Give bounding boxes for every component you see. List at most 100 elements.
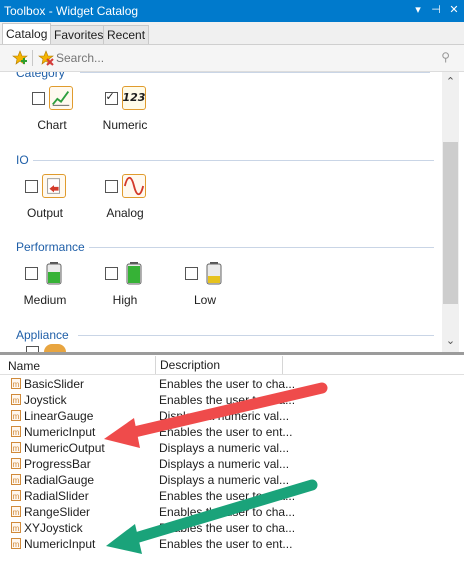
item-label: Numeric [102, 118, 148, 132]
group-header-category: Category [16, 72, 69, 80]
catalog-item-high[interactable]: High [90, 259, 160, 307]
window-title: Toolbox - Widget Catalog [4, 4, 139, 18]
group-header-io: IO [16, 153, 33, 167]
title-bar: Toolbox - Widget Catalog ▾ ⊣ ✕ [0, 0, 464, 22]
battery-low-icon [206, 262, 221, 285]
widget-name: LinearGauge [24, 409, 94, 423]
table-row[interactable]: m ProgressBar Displays a numeric val... [0, 456, 464, 472]
table-row[interactable]: m RadialSlider Enables the user to cha... [0, 488, 464, 504]
pin-icon[interactable]: ⊣ [430, 3, 442, 16]
widget-name: ProgressBar [24, 457, 91, 471]
widget-list-rows: m BasicSlider Enables the user to cha... m J… [0, 376, 464, 552]
close-icon[interactable]: ✕ [448, 3, 460, 16]
table-row[interactable]: m BasicSlider Enables the user to cha... [0, 376, 464, 392]
catalog-item-numeric[interactable]: 123 Numeric [90, 84, 160, 132]
widget-description: Enables the user to cha... [159, 489, 296, 503]
widget-name: RadialGauge [24, 473, 95, 487]
table-row[interactable]: m RadialGauge Displays a numeric val... [0, 472, 464, 488]
panel-splitter[interactable] [0, 352, 464, 355]
widget-description: Enables the user to cha... [159, 505, 296, 519]
toolbar: ⚲ [0, 45, 464, 72]
medium-checkbox[interactable] [24, 266, 38, 280]
widget-catalog-panel: Category Chart 123 Numeric IO Output [0, 72, 442, 352]
group-divider [80, 72, 430, 73]
column-divider [282, 356, 283, 374]
group-divider [88, 247, 434, 248]
widget-name: NumericInput [24, 425, 96, 439]
star-remove-icon[interactable] [38, 50, 54, 66]
group-header-appliance: Appliance [16, 328, 73, 342]
numeric-icon: 123 [121, 86, 146, 110]
widget-module-icon: m [11, 410, 21, 421]
tab-catalog[interactable]: Catalog [2, 23, 52, 44]
output-icon [41, 174, 66, 198]
catalog-item-low[interactable]: Low [170, 259, 240, 307]
table-row[interactable]: m XYJoystick Enables the user to cha... [0, 520, 464, 536]
group-header-performance: Performance [16, 240, 89, 254]
table-row[interactable]: m NumericOutput Displays a numeric val... [0, 440, 464, 456]
widget-module-icon: m [11, 426, 21, 437]
widget-name: XYJoystick [24, 521, 83, 535]
widget-name: RangeSlider [24, 505, 91, 519]
item-label: Chart [37, 118, 67, 132]
widget-description: Displays a numeric val... [159, 473, 290, 487]
widget-description: Displays a numeric val... [159, 457, 290, 471]
battery-medium-icon [46, 262, 61, 285]
battery-high-icon [126, 262, 141, 285]
scroll-thumb[interactable] [443, 142, 458, 304]
widget-module-icon: m [11, 474, 21, 485]
item-label: High [112, 293, 138, 307]
widget-module-icon: m [11, 442, 21, 453]
widget-module-icon: m [11, 490, 21, 501]
widget-name: Joystick [24, 393, 67, 407]
catalog-item-medium[interactable]: Medium [10, 259, 80, 307]
widget-module-icon: m [11, 522, 21, 533]
chart-checkbox[interactable] [31, 91, 45, 105]
star-add-icon[interactable] [12, 50, 28, 66]
chart-icon [48, 86, 73, 110]
widget-description: Displays a numeric val... [159, 441, 290, 455]
search-input[interactable] [56, 49, 456, 67]
table-row[interactable]: m LinearGauge Displays a numeric val... [0, 408, 464, 424]
high-checkbox[interactable] [104, 266, 118, 280]
widget-module-icon: m [11, 538, 21, 549]
analog-wave-icon [121, 174, 146, 198]
item-label: Medium [23, 293, 67, 307]
catalog-item-chart[interactable]: Chart [17, 84, 87, 132]
widget-list-header: Name Description [0, 356, 464, 375]
low-checkbox[interactable] [184, 266, 198, 280]
window-controls: ▾ ⊣ ✕ [412, 3, 460, 16]
widget-description: Enables the user to cha... [159, 393, 296, 407]
scroll-up-icon[interactable]: ⌃ [442, 74, 459, 91]
output-checkbox[interactable] [24, 179, 38, 193]
column-header-description[interactable]: Description [155, 356, 220, 374]
widget-name: RadialSlider [24, 489, 89, 503]
dropdown-icon[interactable]: ▾ [412, 3, 424, 16]
widget-module-icon: m [11, 458, 21, 469]
analog-checkbox[interactable] [104, 179, 118, 193]
scroll-down-icon[interactable]: ⌄ [442, 333, 459, 350]
widget-name: BasicSlider [24, 377, 85, 391]
table-row[interactable]: m NumericInput Enables the user to ent... [0, 536, 464, 552]
item-label: Output [26, 206, 64, 220]
table-row[interactable]: m Joystick Enables the user to cha... [0, 392, 464, 408]
column-header-name[interactable]: Name [8, 359, 40, 373]
table-row[interactable]: m RangeSlider Enables the user to cha... [0, 504, 464, 520]
widget-description: Enables the user to cha... [159, 377, 296, 391]
tab-favorites[interactable]: Favorites [50, 25, 108, 44]
search-box[interactable]: ⚲ [56, 49, 456, 67]
toolbar-separator [32, 50, 33, 66]
magnifier-icon[interactable]: ⚲ [441, 50, 450, 64]
numeric-checkbox[interactable] [104, 90, 118, 105]
widget-name: NumericInput [24, 537, 96, 551]
widget-list: Name Description m BasicSlider Enables the… [0, 356, 464, 576]
tab-recent[interactable]: Recent [103, 25, 150, 44]
table-row[interactable]: m NumericInput Enables the user to ent... [0, 424, 464, 440]
widget-name: NumericOutput [24, 441, 105, 455]
appliance-icon [44, 344, 66, 352]
item-label: Low [193, 293, 216, 307]
catalog-scrollbar[interactable]: ⌃ ⌄ [442, 72, 459, 352]
catalog-item-analog[interactable]: Analog [90, 172, 160, 220]
catalog-item-output[interactable]: Output [10, 172, 80, 220]
widget-description: Enables the user to ent... [159, 537, 293, 551]
